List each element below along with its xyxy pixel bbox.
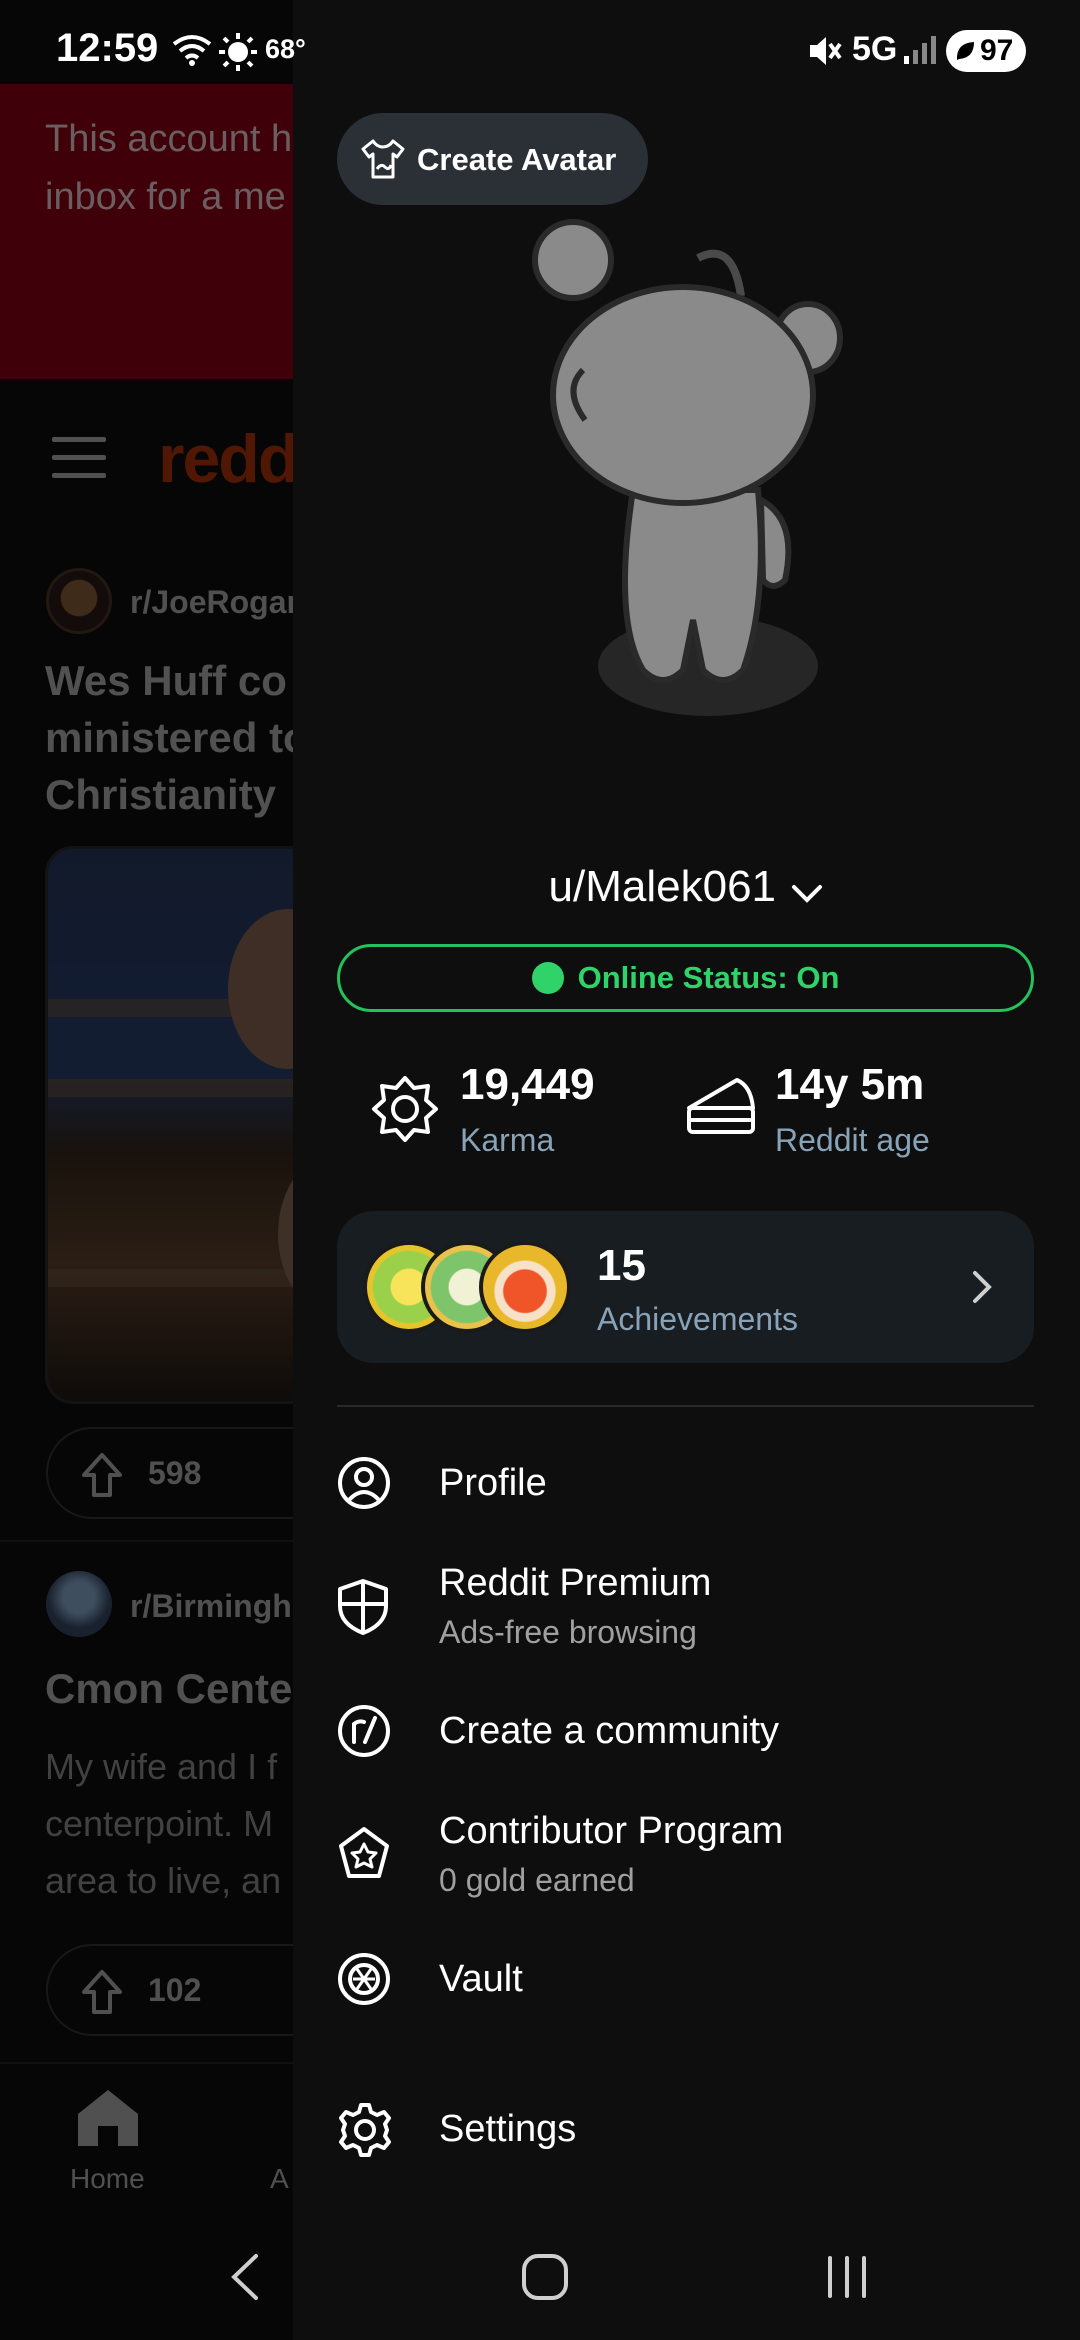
chevron-right-icon: [973, 1271, 992, 1303]
menu-item-label: Contributor Program: [439, 1810, 784, 1852]
drawer-divider: [337, 1405, 1034, 1407]
menu-item-create-community[interactable]: Create a community: [293, 1696, 1080, 1766]
menu-item-sublabel: 0 gold earned: [439, 1862, 635, 1898]
reddit-age-label: Reddit age: [775, 1122, 930, 1158]
recent-apps-icon[interactable]: [824, 2252, 870, 2302]
mute-icon: [810, 37, 842, 65]
system-navigation-bar: [0, 2222, 1080, 2340]
menu-item-settings[interactable]: Settings: [293, 2094, 1080, 2164]
reddit-age-value: 14y 5m: [775, 1060, 925, 1109]
status-bar: 12:59 68° 5G 97: [0, 0, 1080, 84]
wifi-icon: [172, 35, 212, 66]
leaf-icon: [956, 42, 974, 60]
battery-level: 97: [980, 34, 1014, 67]
username-switcher[interactable]: u/Malek061: [293, 862, 1080, 912]
menu-item-label: Settings: [439, 2108, 577, 2150]
achievement-badge-icon: [479, 1241, 571, 1333]
create-avatar-label: Create Avatar: [417, 142, 617, 177]
achievements-count: 15: [597, 1241, 646, 1290]
karma-label: Karma: [460, 1122, 555, 1158]
vault-icon: [338, 1953, 390, 2005]
temperature: 68°: [265, 34, 306, 64]
signal-icon: [904, 36, 936, 64]
menu-item-label: Vault: [439, 1958, 523, 2000]
cake-icon: [687, 1078, 755, 1134]
brightness-icon: [219, 33, 257, 71]
menu-item-label: Reddit Premium: [439, 1562, 712, 1604]
online-status-text: Online Status: On: [577, 960, 840, 995]
network-type: 5G: [852, 30, 898, 68]
karma-icon: [372, 1076, 438, 1142]
menu-item-sublabel: Ads-free browsing: [439, 1614, 697, 1650]
menu-item-contributor-program[interactable]: Contributor Program 0 gold earned: [293, 1800, 1080, 1910]
karma-value: 19,449: [460, 1060, 595, 1109]
home-button-icon[interactable]: [520, 2252, 570, 2302]
shirt-icon: [361, 139, 405, 179]
shield-icon: [338, 1579, 388, 1635]
menu-item-label: Profile: [439, 1462, 547, 1504]
gold-badge-icon: [339, 1827, 389, 1878]
online-status-toggle[interactable]: Online Status: On: [337, 944, 1034, 1012]
snoo-avatar-icon[interactable]: [523, 200, 903, 740]
username: u/Malek061: [548, 862, 777, 911]
profile-drawer: Create Avatar u/Malek061 Online Status: …: [293, 0, 1080, 2340]
menu-item-vault[interactable]: Vault: [293, 1944, 1080, 2014]
achievements-card[interactable]: 15 Achievements: [337, 1211, 1034, 1363]
battery-indicator: 97: [946, 30, 1026, 72]
menu-item-label: Create a community: [439, 1710, 780, 1752]
menu-item-reddit-premium[interactable]: Reddit Premium Ads-free browsing: [293, 1552, 1080, 1662]
user-icon: [338, 1457, 390, 1509]
online-dot-icon: [531, 962, 564, 994]
chevron-down-icon: [792, 884, 823, 903]
create-avatar-button[interactable]: Create Avatar: [337, 113, 648, 205]
community-icon: [338, 1705, 390, 1757]
back-icon[interactable]: [228, 2252, 260, 2302]
clock: 12:59: [56, 26, 159, 70]
menu-item-profile[interactable]: Profile: [293, 1448, 1080, 1518]
achievements-label: Achievements: [597, 1301, 798, 1337]
gear-icon: [339, 2103, 391, 2157]
